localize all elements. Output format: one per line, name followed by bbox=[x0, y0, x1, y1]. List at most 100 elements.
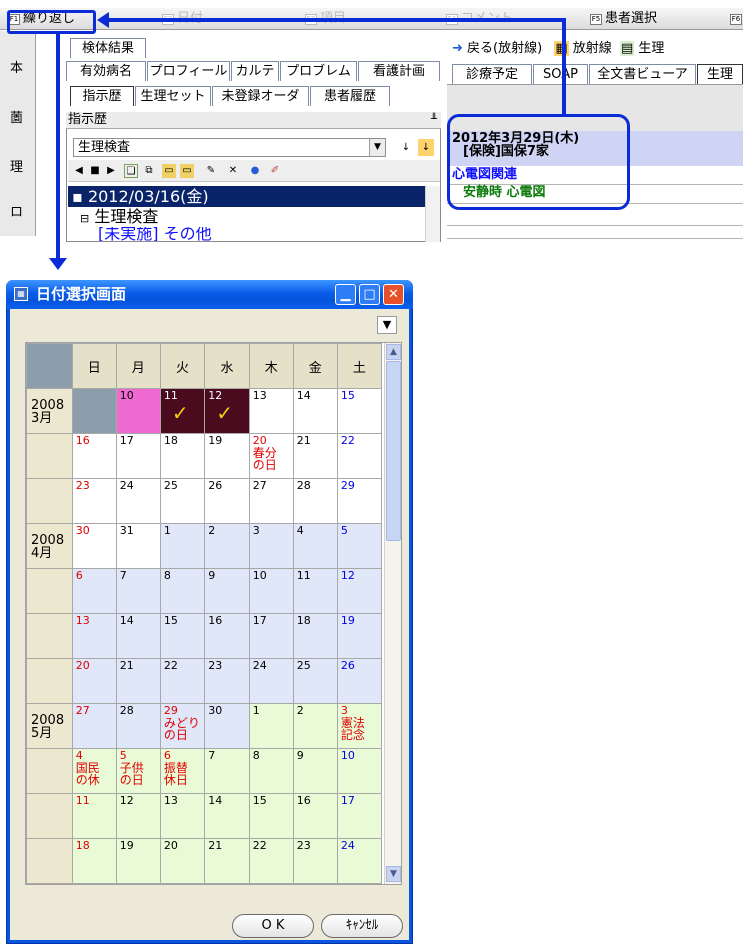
calendar-day-cell[interactable]: 1 bbox=[248, 703, 294, 749]
tab-nursing-plan[interactable]: 看護計画 bbox=[358, 61, 440, 81]
calendar-day-cell[interactable]: 4 国民 の休 bbox=[71, 748, 117, 794]
calendar-day-cell[interactable]: 31 bbox=[336, 883, 383, 884]
calendar-day-cell[interactable]: 20 bbox=[159, 838, 206, 884]
calendar-day-cell[interactable]: 10 bbox=[115, 388, 161, 434]
calendar-day-cell[interactable]: 18 bbox=[71, 838, 117, 884]
calendar-day-cell[interactable]: 20 bbox=[71, 658, 117, 704]
tab-unregistered-order[interactable]: 未登録オーダ bbox=[212, 86, 309, 106]
tab-schedule[interactable]: 診療予定 bbox=[452, 64, 532, 84]
tab-physio[interactable]: 生理 bbox=[697, 64, 743, 84]
tab-document-viewer[interactable]: 全文書ビューア bbox=[589, 64, 696, 84]
calendar-day-cell[interactable]: 11 bbox=[71, 793, 117, 839]
calendar-day-cell[interactable]: 6 振替 休日 bbox=[159, 748, 206, 794]
calendar-day-cell[interactable]: 21 bbox=[115, 658, 161, 704]
calendar-day-cell[interactable]: 29 みどり の日 bbox=[159, 703, 206, 749]
calendar-day-cell[interactable]: 8 bbox=[248, 748, 294, 794]
calendar-day-cell[interactable]: 20 春分 の日 bbox=[248, 433, 294, 479]
calendar-day-cell[interactable]: 27 bbox=[248, 478, 294, 524]
first-icon[interactable]: ◀ bbox=[72, 164, 86, 178]
radiology-button[interactable]: 放射線 bbox=[573, 41, 612, 56]
calendar-day-cell[interactable]: 19 bbox=[336, 613, 383, 659]
calendar-day-cell[interactable]: 28 bbox=[204, 883, 250, 884]
ok-button[interactable]: O K bbox=[232, 914, 314, 938]
chevron-down-icon[interactable]: ▼ bbox=[369, 139, 385, 156]
calendar-day-cell[interactable]: 19 bbox=[204, 433, 250, 479]
calendar-day-cell[interactable]: 13 bbox=[159, 793, 206, 839]
calendar-day-cell[interactable]: 17 bbox=[248, 613, 294, 659]
tools-icon[interactable]: ✕ bbox=[226, 164, 240, 178]
filter-icon[interactable]: ✎ bbox=[204, 164, 218, 178]
scroll-down-icon[interactable]: ▼ bbox=[386, 866, 401, 882]
tree-toggle-icon[interactable]: ⊟ bbox=[80, 212, 89, 225]
pen-icon[interactable]: ✐ bbox=[268, 164, 282, 178]
calendar-day-cell[interactable]: 17 bbox=[115, 433, 161, 479]
calendar-day-cell[interactable]: 15 bbox=[159, 613, 206, 659]
vertical-tab-4[interactable]: ロ bbox=[10, 201, 23, 220]
order-group-node[interactable]: ⊟ 生理検査 bbox=[80, 207, 158, 229]
chevron-down-icon[interactable]: ▼ bbox=[377, 316, 397, 334]
calendar-day-cell[interactable]: 25 bbox=[159, 478, 206, 524]
sort-descending-icon[interactable]: ↓ bbox=[418, 139, 434, 156]
calendar-day-cell[interactable]: 11 ✓ bbox=[159, 388, 206, 434]
calendar-day-cell[interactable]: 12 bbox=[115, 793, 161, 839]
tab-specimen-results[interactable]: 検体結果 bbox=[70, 38, 146, 58]
calendar-day-cell[interactable]: 29 bbox=[248, 883, 294, 884]
calendar-day-cell[interactable]: 4 bbox=[292, 523, 338, 569]
calendar-day-cell[interactable]: 23 bbox=[204, 658, 250, 704]
calendar-day-cell[interactable]: 23 bbox=[71, 478, 117, 524]
collapse-icon[interactable]: ▪ bbox=[72, 187, 83, 206]
calendar-day-cell[interactable]: 27 bbox=[159, 883, 206, 884]
calendar-day-cell[interactable]: 10 bbox=[336, 748, 383, 794]
calendar-day-cell[interactable]: 30 bbox=[71, 523, 117, 569]
calendar-day-cell[interactable]: 28 bbox=[292, 478, 338, 524]
calendar-day-cell[interactable]: 21 bbox=[292, 433, 338, 479]
calendar-day-cell[interactable]: 27 bbox=[71, 703, 117, 749]
scroll-up-icon[interactable]: ▲ bbox=[386, 344, 401, 360]
calendar-day-cell[interactable]: 12 bbox=[336, 568, 383, 614]
calendar-day-cell[interactable]: 7 bbox=[204, 748, 250, 794]
info-icon[interactable]: ● bbox=[248, 164, 262, 178]
close-icon[interactable]: ✕ bbox=[383, 284, 404, 305]
calendar-day-cell[interactable]: 14 bbox=[292, 388, 338, 434]
calendar-day-cell[interactable]: 24 bbox=[336, 838, 383, 884]
calendar-day-cell[interactable]: 11 bbox=[292, 568, 338, 614]
calendar-day-cell[interactable]: 25 bbox=[292, 658, 338, 704]
calendar-day-cell[interactable]: 8 bbox=[159, 568, 206, 614]
order-date-row[interactable]: ▪ 2012/03/16(金) bbox=[68, 186, 425, 207]
calendar-day-cell[interactable]: 25 bbox=[71, 883, 117, 884]
copy-icon[interactable]: ⧉ bbox=[142, 164, 156, 178]
vertical-tab-2[interactable]: 薗 bbox=[10, 107, 23, 126]
calendar-day-cell[interactable]: 1 bbox=[159, 523, 206, 569]
back-icon[interactable]: ➜ bbox=[452, 41, 463, 56]
vertical-tab-1[interactable]: 本 bbox=[10, 57, 23, 76]
stop-icon[interactable]: ■ bbox=[88, 164, 102, 178]
folder-icon[interactable]: ▭ bbox=[180, 164, 194, 178]
calendar-day-cell[interactable]: 30 bbox=[292, 883, 338, 884]
calendar-day-cell[interactable] bbox=[71, 388, 117, 434]
calendar-day-cell[interactable]: 18 bbox=[292, 613, 338, 659]
calendar-day-cell[interactable]: 3 憲法 記念 bbox=[336, 703, 383, 749]
pin-icon[interactable]: ╨ bbox=[431, 112, 437, 128]
back-radiology-button[interactable]: 戻る(放射線) bbox=[467, 41, 542, 56]
calendar-day-cell[interactable]: 22 bbox=[248, 838, 294, 884]
calendar-day-cell[interactable]: 23 bbox=[292, 838, 338, 884]
tab-patient-history[interactable]: 患者履歴 bbox=[310, 86, 390, 106]
tab-physio-set[interactable]: 生理セット bbox=[135, 86, 211, 106]
physio-button[interactable]: 生理 bbox=[638, 41, 664, 56]
minimize-icon[interactable]: ▁ bbox=[335, 284, 356, 305]
calendar-scrollbar[interactable]: ▲ ▼ bbox=[384, 343, 401, 884]
calendar-day-cell[interactable]: 18 bbox=[159, 433, 206, 479]
calendar-day-cell[interactable]: 21 bbox=[204, 838, 250, 884]
sort-ascending-icon[interactable]: ↓ bbox=[398, 139, 414, 156]
order-item-node[interactable]: [未実施] その他 bbox=[98, 227, 212, 241]
category-select[interactable]: 生理検査 ▼ bbox=[73, 138, 386, 157]
scroll-thumb[interactable] bbox=[386, 361, 401, 541]
calendar-day-cell[interactable]: 2 bbox=[292, 703, 338, 749]
tab-soap[interactable]: SOAP bbox=[533, 64, 588, 84]
calendar-day-cell[interactable]: 26 bbox=[336, 658, 383, 704]
calendar-day-cell[interactable]: 16 bbox=[292, 793, 338, 839]
calendar-day-cell[interactable]: 15 bbox=[248, 793, 294, 839]
calendar-day-cell[interactable]: 7 bbox=[115, 568, 161, 614]
fkey-patient-select-button[interactable]: F5 患者選択 bbox=[590, 10, 657, 28]
calendar-day-cell[interactable]: 22 bbox=[336, 433, 383, 479]
